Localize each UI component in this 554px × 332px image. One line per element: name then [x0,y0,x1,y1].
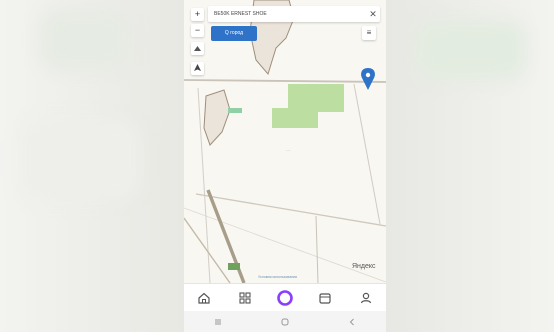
layers-button[interactable] [191,42,204,55]
zoom-out-button[interactable]: − [191,24,204,37]
back-icon [350,318,355,325]
locate-button[interactable] [191,62,204,75]
home-circle-icon [281,318,289,325]
services-grid-icon [239,292,251,304]
blurred-shape [40,10,130,70]
route-button[interactable]: Q город [211,26,257,41]
map-water [228,108,242,113]
nav-services[interactable] [233,286,257,310]
nav-alice-assistant[interactable] [273,286,297,310]
search-bar[interactable]: BE50K ERNEST SHOE ✕ [208,6,380,22]
map-land [184,0,386,283]
nav-wallet[interactable] [313,286,337,310]
map-marker-green [228,263,240,270]
system-back-button[interactable] [342,315,362,329]
phone-screen: ··· BE50K ERNEST SHOE ✕ + − Q город ≡ Ян… [184,0,386,332]
nav-profile[interactable] [354,286,378,310]
profile-icon [360,292,371,304]
recent-apps-button[interactable] [208,315,228,329]
bottom-navigation [184,283,386,312]
blurred-shape [416,20,526,80]
background-left [0,0,184,332]
nav-home[interactable] [192,286,216,310]
background-right [386,0,554,332]
recent-apps-icon [215,318,221,325]
map-brand-logo: Яндекс [352,263,376,270]
system-home-button[interactable] [275,315,295,329]
alice-assistant-icon [277,290,293,306]
system-navigation-bar [184,311,386,332]
map-place-label: ··· [286,148,290,153]
blurred-shape [20,120,140,200]
clear-search-button[interactable]: ✕ [366,6,380,22]
menu-button[interactable]: ≡ [362,26,376,40]
map-canvas[interactable]: ··· [184,0,386,283]
wallet-icon [319,293,331,304]
layers-icon [194,46,201,51]
search-input[interactable]: BE50K ERNEST SHOE [208,11,366,17]
zoom-in-button[interactable]: + [191,8,204,21]
map-attribution-link[interactable]: Условия использования [258,275,297,279]
home-icon [198,292,210,304]
locate-icon [194,64,201,71]
